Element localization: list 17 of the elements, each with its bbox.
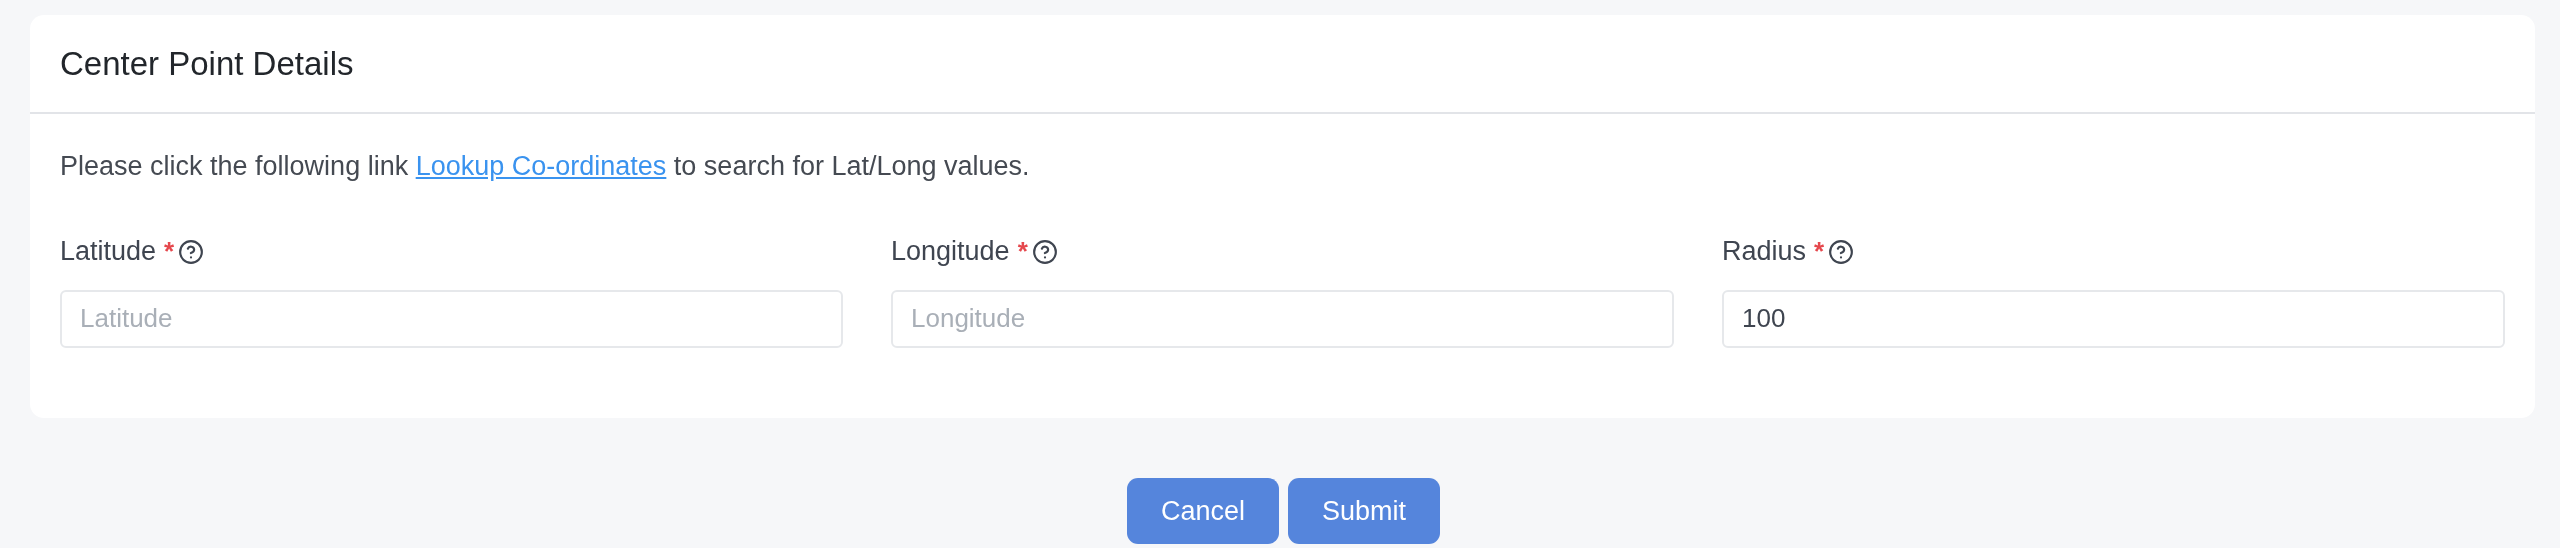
input-field[interactable]: Longitude <box>891 289 1674 348</box>
card-title: Center Point Details <box>60 43 354 84</box>
submit-button[interactable]: Submit <box>1288 478 1440 544</box>
field-label: Radius <box>1722 235 1807 269</box>
field-label: Latitude <box>60 235 157 269</box>
help-icon[interactable] <box>178 238 205 265</box>
required-mark: * <box>164 235 175 268</box>
help-icon[interactable] <box>1031 238 1058 265</box>
help-icon[interactable] <box>1828 238 1855 265</box>
input-field[interactable]: 100 <box>1722 289 2505 348</box>
required-mark: * <box>1814 235 1825 268</box>
required-mark: * <box>1017 235 1028 268</box>
field-label: Longitude <box>891 235 1010 269</box>
notice-text: Please click the following link Lookup Co-ordinates to search for Lat/Long values. <box>59 150 1031 183</box>
lookup-link[interactable]: Lookup Co-ordinates <box>415 151 667 181</box>
input-field[interactable]: Latitude <box>60 289 843 348</box>
cancel-button[interactable]: Cancel <box>1127 478 1279 544</box>
